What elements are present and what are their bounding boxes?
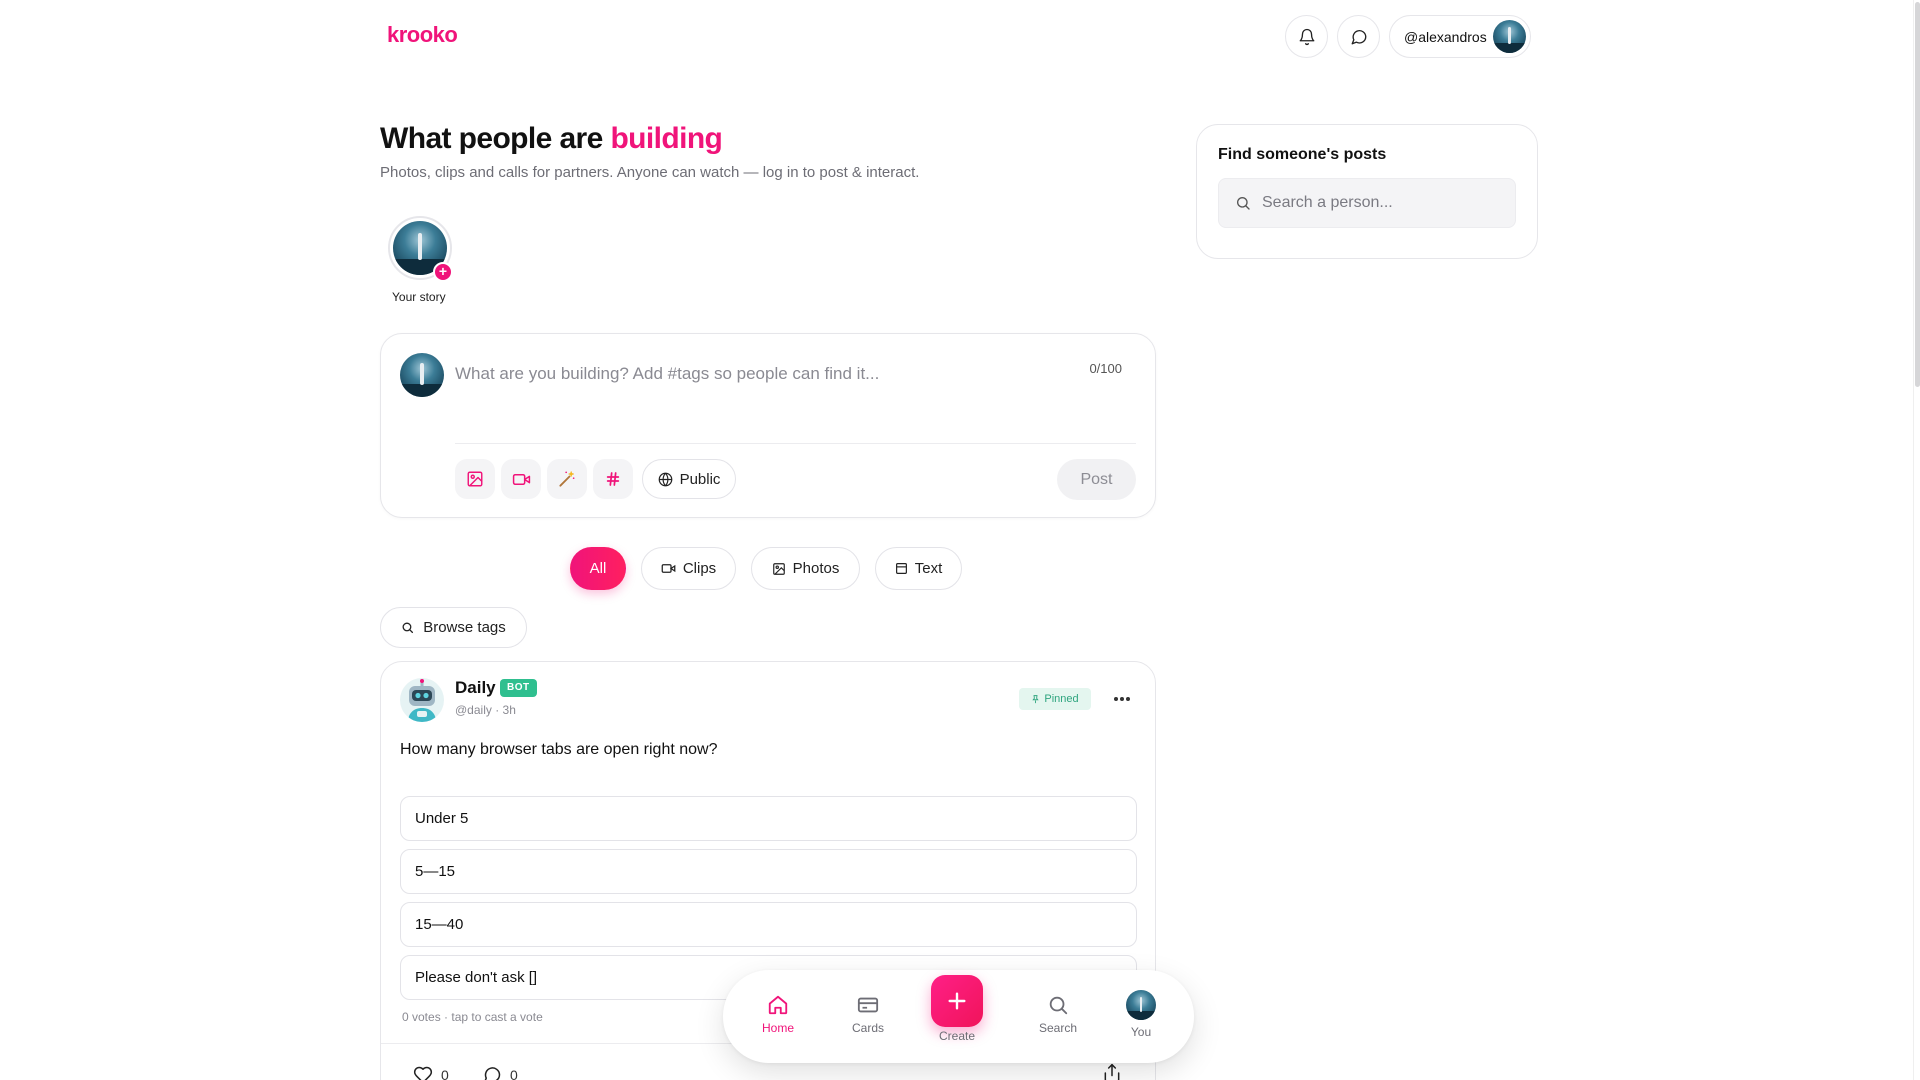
filter-text[interactable]: Text <box>875 547 962 590</box>
bot-badge: BOT <box>500 679 537 697</box>
divider <box>455 443 1136 444</box>
chat-bubble-icon <box>1351 29 1366 44</box>
find-posts-panel: Find someone's posts Search a person... <box>1196 124 1538 259</box>
bottom-navigation: Home Cards Create Search You <box>723 970 1194 1063</box>
filter-label: Clips <box>682 560 717 577</box>
avatar <box>1126 990 1156 1020</box>
add-story-icon[interactable]: + <box>433 262 453 282</box>
text-icon <box>895 563 907 574</box>
browse-tags-button[interactable]: Browse tags <box>380 607 527 648</box>
post-button[interactable]: Post <box>1057 459 1136 500</box>
add-video-button[interactable] <box>501 459 541 499</box>
search-icon <box>1049 996 1068 1015</box>
create-button[interactable] <box>931 975 983 1027</box>
poll-question: How many browser tabs are open right now… <box>400 741 718 758</box>
bell-icon <box>1299 28 1314 45</box>
nav-search[interactable]: Search <box>1023 994 1093 1035</box>
plus-icon <box>948 992 966 1010</box>
nav-you[interactable]: You <box>1106 990 1176 1039</box>
share-button[interactable] <box>1102 1062 1122 1080</box>
comment-icon <box>484 1067 501 1080</box>
globe-icon <box>658 472 672 486</box>
hashtag-icon <box>606 472 620 486</box>
avatar <box>1493 20 1526 53</box>
messages-button[interactable] <box>1337 15 1380 58</box>
bot-avatar[interactable] <box>400 678 444 722</box>
poll-option[interactable]: 15—40 <box>400 902 1137 947</box>
magic-wand-button[interactable] <box>547 459 587 499</box>
robot-icon <box>408 679 436 722</box>
post-options-button[interactable] <box>1108 685 1136 713</box>
search-icon <box>402 622 414 634</box>
visibility-label: Public <box>679 470 721 488</box>
nav-label: You <box>1130 1025 1152 1039</box>
heart-icon <box>413 1066 433 1080</box>
pin-icon <box>1032 695 1040 704</box>
more-icon <box>1114 697 1130 701</box>
person-search-input[interactable]: Search a person... <box>1218 178 1516 228</box>
poll-option[interactable]: Under 5 <box>400 796 1137 841</box>
post-author-name[interactable]: Daily <box>455 678 496 698</box>
page-scrollbar[interactable] <box>1913 0 1920 1080</box>
filter-label: All <box>589 560 607 577</box>
poll-votes-text: 0 votes · tap to cast a vote <box>402 1010 543 1024</box>
notifications-button[interactable] <box>1285 15 1328 58</box>
pinned-badge: Pinned <box>1019 688 1091 710</box>
scrollbar-thumb[interactable] <box>1915 2 1920 387</box>
filter-label: Text <box>914 560 943 577</box>
post-meta: @daily · 3h <box>455 703 516 717</box>
search-placeholder: Search a person... <box>1262 194 1393 211</box>
poll-option[interactable]: 5—15 <box>400 849 1137 894</box>
like-button[interactable]: 0 <box>413 1065 449 1080</box>
post-input[interactable]: What are you building? Add #tags so peop… <box>455 364 879 384</box>
nav-label: Search <box>1038 1021 1078 1035</box>
app-logo[interactable]: krooko <box>387 22 458 48</box>
cards-icon <box>857 997 879 1013</box>
story-label: Your story <box>392 290 446 304</box>
home-icon <box>768 995 788 1015</box>
like-count: 0 <box>441 1067 449 1080</box>
visibility-selector[interactable]: Public <box>642 459 736 499</box>
title-accent: building <box>610 122 723 155</box>
nav-cards[interactable]: Cards <box>833 994 903 1035</box>
avatar <box>400 353 444 397</box>
panel-title: Find someone's posts <box>1218 146 1387 163</box>
browse-tags-label: Browse tags <box>423 619 506 636</box>
add-hashtag-button[interactable] <box>593 459 633 499</box>
image-icon <box>772 562 785 575</box>
username-label: @alexandros <box>1404 28 1487 45</box>
nav-home[interactable]: Home <box>743 994 813 1035</box>
nav-label: Create <box>938 1029 976 1043</box>
nav-label: Home <box>761 1021 794 1035</box>
char-counter: 0/100 <box>1089 361 1122 376</box>
post-composer: What are you building? Add #tags so peop… <box>380 333 1156 518</box>
filter-photos[interactable]: Photos <box>751 547 860 590</box>
pinned-label: Pinned <box>1044 693 1079 705</box>
comment-count: 0 <box>510 1067 518 1080</box>
search-icon <box>1237 197 1250 210</box>
page-title: What people are building <box>380 122 723 156</box>
user-menu-button[interactable]: @alexandros <box>1389 15 1531 58</box>
nav-label: Cards <box>851 1021 884 1035</box>
image-icon <box>467 471 483 487</box>
title-prefix: What people are <box>380 122 611 155</box>
add-photo-button[interactable] <box>455 459 495 499</box>
video-icon <box>512 473 530 485</box>
filter-clips[interactable]: Clips <box>641 547 736 590</box>
filter-label: Photos <box>792 560 840 577</box>
page-subtitle: Photos, clips and calls for partners. An… <box>380 164 920 181</box>
video-icon <box>661 564 676 573</box>
comment-button[interactable]: 0 <box>482 1065 518 1080</box>
magic-wand-icon <box>559 471 575 487</box>
share-icon <box>1104 1063 1120 1080</box>
filter-all[interactable]: All <box>570 547 626 590</box>
